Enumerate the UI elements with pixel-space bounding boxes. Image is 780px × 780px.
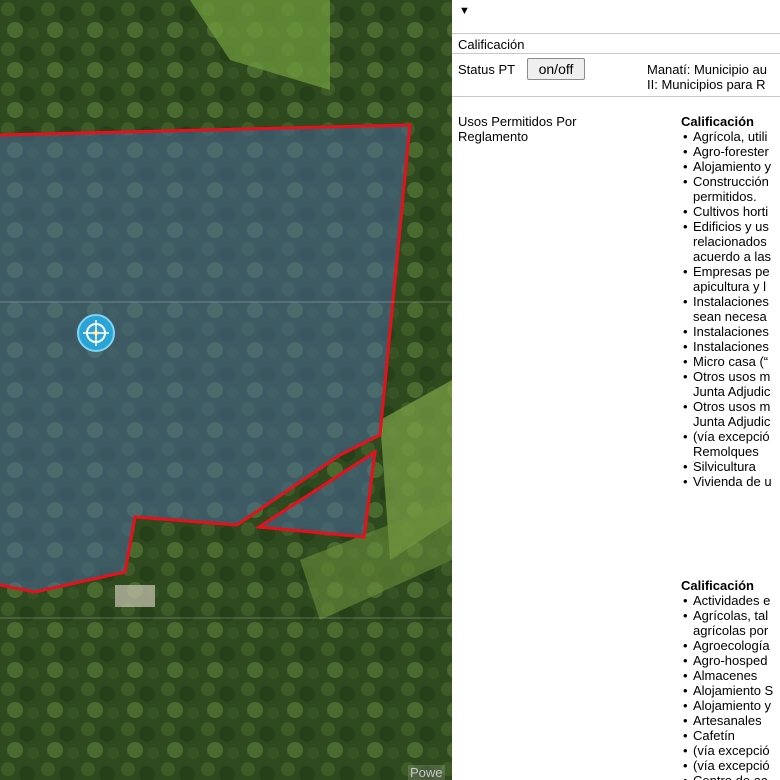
list-item: Agrícola, utili [681, 129, 772, 144]
usos-label-line-1: Usos Permitidos Por [458, 114, 577, 129]
usos-label-line-2: Reglamento [458, 129, 529, 144]
list-item: (vía excepció [681, 743, 773, 758]
list-item: Alojamiento y [681, 698, 773, 713]
status-desc-line-1: Manatí: Municipio au [647, 62, 767, 77]
uses-list: Actividades eAgrícolas, talagrícolas por… [681, 593, 773, 780]
status-toggle-button[interactable]: on/off [527, 58, 585, 80]
uses-section-2: Calificación Actividades eAgrícolas, tal… [681, 578, 773, 780]
list-item: Silvicultura [681, 459, 772, 474]
list-item: Edificios y usrelacionadosacuerdo a las [681, 219, 772, 264]
divider [452, 96, 780, 97]
section-title: Calificación [681, 578, 754, 593]
list-item: Agrícolas, talagrícolas por [681, 608, 773, 638]
list-item: Agroecología [681, 638, 773, 653]
list-item: Cafetín [681, 728, 773, 743]
info-panel: ▼ Calificación Status PT on/off Manatí: … [452, 0, 780, 780]
list-item: Instalaciones [681, 339, 772, 354]
list-item: (vía excepcióRemolques [681, 429, 772, 459]
uses-section-1: Calificación Agrícola, utiliAgro-foreste… [681, 114, 772, 489]
list-item: Actividades e [681, 593, 773, 608]
list-item: Alojamiento y [681, 159, 772, 174]
list-item: (vía excepció [681, 758, 773, 773]
list-item: Alojamiento S [681, 683, 773, 698]
calificacion-label: Calificación [458, 37, 525, 52]
list-item: Almacenes [681, 668, 773, 683]
satellite-map[interactable]: Powe [0, 0, 452, 780]
list-item: Vivienda de u [681, 474, 772, 489]
list-item: Micro casa (“ [681, 354, 772, 369]
list-item: Construcciónpermitidos. [681, 174, 772, 204]
location-marker-icon[interactable] [77, 314, 115, 352]
list-item: Agro-hosped [681, 653, 773, 668]
list-item: Otros usos mJunta Adjudic [681, 369, 772, 399]
list-item: Agro-forester [681, 144, 772, 159]
divider [452, 53, 780, 54]
list-item: Instalaciones [681, 324, 772, 339]
status-label: Status PT [458, 62, 516, 77]
list-item: Artesanales [681, 713, 773, 728]
list-item: Instalacionessean necesa [681, 294, 772, 324]
uses-list: Agrícola, utiliAgro-foresterAlojamiento … [681, 129, 772, 489]
dropdown-caret-icon[interactable]: ▼ [459, 5, 470, 17]
map-attribution: Powe [408, 765, 445, 780]
status-desc-line-2: II: Municipios para R [647, 77, 766, 92]
list-item: Cultivos horti [681, 204, 772, 219]
list-item: Otros usos mJunta Adjudic [681, 399, 772, 429]
list-item: Centro de ac [681, 773, 773, 780]
map-imagery [0, 0, 452, 780]
section-title: Calificación [681, 114, 754, 129]
divider [452, 33, 780, 34]
list-item: Empresas peapicultura y l [681, 264, 772, 294]
